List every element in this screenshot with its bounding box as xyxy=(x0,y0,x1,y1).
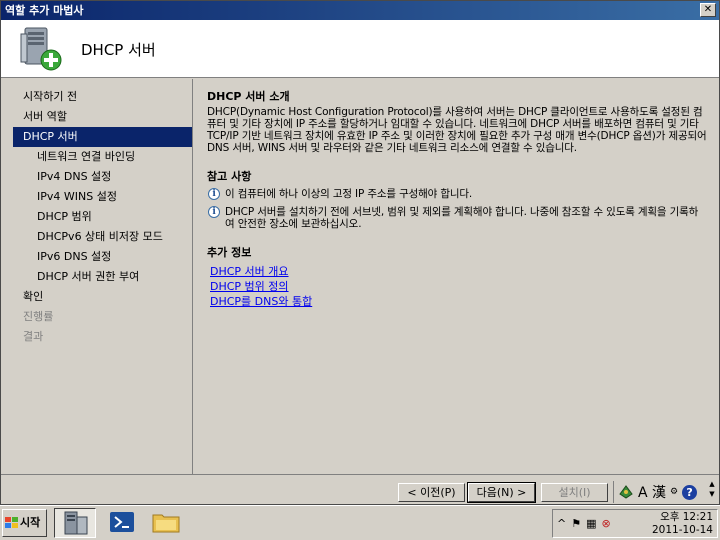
help-icon[interactable]: ? xyxy=(682,484,698,500)
taskbar-powershell[interactable] xyxy=(102,508,144,538)
show-hidden-icons-chevron-icon[interactable]: ^ xyxy=(557,517,566,530)
nav-item-progress: 진행률 xyxy=(23,310,54,323)
window-title: 역할 추가 마법사 xyxy=(5,4,84,17)
notes-heading: 참고 사항 xyxy=(207,170,252,183)
note-item: i 이 컴퓨터에 하나 이상의 고정 IP 주소를 구성해야 합니다. xyxy=(207,188,707,200)
time-period: 오후 xyxy=(660,511,680,523)
server-add-icon xyxy=(20,27,62,71)
note-text: 이 컴퓨터에 하나 이상의 고정 IP 주소를 구성해야 합니다. xyxy=(225,188,473,200)
info-icon: i xyxy=(208,188,220,200)
nav-item-dhcp-authorization[interactable]: DHCP 서버 권한 부여 xyxy=(1,267,192,287)
taskbar-explorer[interactable] xyxy=(146,508,188,538)
nav-item-network-binding[interactable]: 네트워크 연결 바인딩 xyxy=(1,147,192,167)
language-indicator[interactable]: A 漢 xyxy=(638,482,666,502)
powershell-icon xyxy=(110,512,134,532)
ime-pad-icon[interactable] xyxy=(618,484,634,500)
previous-button[interactable]: < 이전(P) xyxy=(398,483,465,502)
info-icon: i xyxy=(208,206,220,218)
explorer-folder-icon xyxy=(152,514,180,533)
ime-options-icon[interactable]: ⚙ xyxy=(670,487,678,497)
nav-item-ipv6-dns[interactable]: IPv6 DNS 설정 xyxy=(1,247,192,267)
taskbar-server-manager[interactable] xyxy=(54,508,96,538)
close-button[interactable]: ✕ xyxy=(700,3,716,17)
start-button[interactable]: 시작 xyxy=(2,509,47,537)
network-icon[interactable]: ▦ xyxy=(586,517,596,530)
intro-heading: DHCP 서버 소개 xyxy=(207,90,290,103)
nav-item-server-roles[interactable]: 서버 역할 xyxy=(1,107,192,127)
page-title: DHCP 서버 xyxy=(81,41,156,59)
nav-item-dhcp-server[interactable]: DHCP 서버 xyxy=(13,127,192,147)
clock[interactable]: 오후 12:21 2011-10-14 xyxy=(652,511,713,537)
nav-item-confirmation[interactable]: 확인 xyxy=(1,287,192,307)
language-bar: A 漢 ⚙ ? xyxy=(613,481,713,503)
wizard-header: DHCP 서버 xyxy=(1,20,719,78)
nav-item-results: 결과 xyxy=(23,330,44,343)
nav-item-before-you-begin[interactable]: 시작하기 전 xyxy=(1,87,192,107)
nav-item-dhcp-scopes[interactable]: DHCP 범위 xyxy=(1,207,192,227)
windows-logo-icon xyxy=(5,517,18,528)
server-manager-icon xyxy=(64,511,88,535)
wizard-content: DHCP 서버 소개 DHCP(Dynamic Host Configurati… xyxy=(194,79,719,474)
additional-info-heading: 추가 정보 xyxy=(207,246,252,259)
nav-item-ipv4-wins[interactable]: IPv4 WINS 설정 xyxy=(1,187,192,207)
intro-text: DHCP(Dynamic Host Configuration Protocol… xyxy=(207,106,707,154)
volume-muted-icon[interactable]: ⊗ xyxy=(602,517,611,530)
note-item: i DHCP 서버를 설치하기 전에 서브넷, 범위 및 제외를 계획해야 합니… xyxy=(207,206,707,230)
start-label: 시작 xyxy=(20,516,41,529)
action-center-flag-icon[interactable]: ⚑ xyxy=(571,517,581,530)
link-dhcp-overview[interactable]: DHCP 서버 개요 xyxy=(210,264,707,279)
language-bar-scroll[interactable]: ▲ ▼ xyxy=(707,479,717,501)
next-button[interactable]: 다음(N) > xyxy=(467,482,536,503)
nav-item-ipv4-dns[interactable]: IPv4 DNS 설정 xyxy=(1,167,192,187)
date: 2011-10-14 xyxy=(651,524,713,536)
add-roles-wizard-window: 역할 추가 마법사 ✕ DHCP 서버 시작하기 전 서버 역할 DHCP 서버… xyxy=(0,0,720,505)
install-button: 설치(I) xyxy=(541,483,608,502)
time: 12:21 xyxy=(682,511,713,523)
taskbar: 시작 ^ ⚑ ▦ ⊗ 오후 12:21 2011-10-14 xyxy=(0,505,720,540)
link-dhcp-dns-integration[interactable]: DHCP를 DNS와 통합 xyxy=(210,294,707,309)
nav-item-dhcpv6-stateless[interactable]: DHCPv6 상태 비저장 모드 xyxy=(1,227,192,247)
notification-area: ^ ⚑ ▦ ⊗ 오후 12:21 2011-10-14 xyxy=(552,509,718,538)
wizard-nav: 시작하기 전 서버 역할 DHCP 서버 네트워크 연결 바인딩 IPv4 DN… xyxy=(1,79,193,474)
link-dhcp-scopes[interactable]: DHCP 범위 정의 xyxy=(210,279,707,294)
title-bar[interactable]: 역할 추가 마법사 ✕ xyxy=(1,1,719,20)
wizard-footer: < 이전(P) 다음(N) > 설치(I) A 漢 ⚙ ? ▲ ▼ xyxy=(1,474,719,504)
note-text: DHCP 서버를 설치하기 전에 서브넷, 범위 및 제외를 계획해야 합니다.… xyxy=(225,206,699,230)
